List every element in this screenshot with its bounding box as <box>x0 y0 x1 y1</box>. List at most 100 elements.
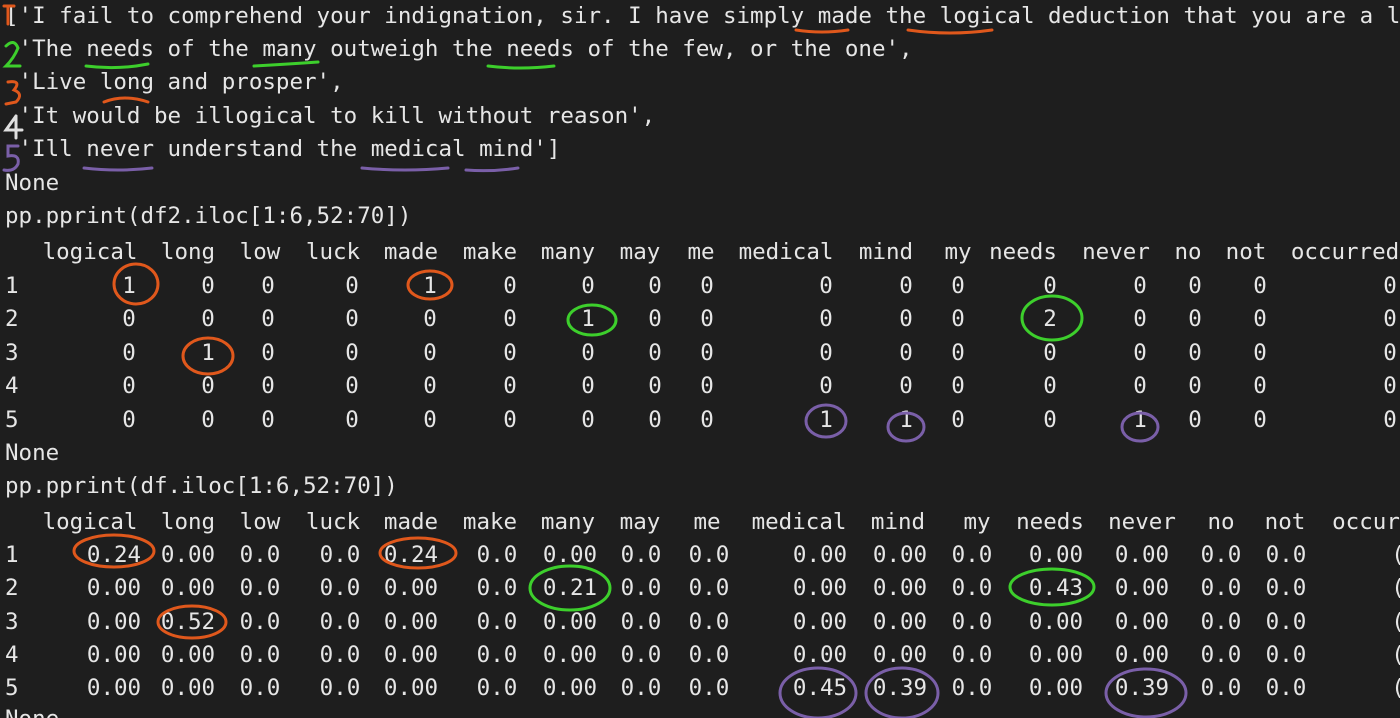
table-cell: 0.0 <box>951 575 993 601</box>
table-cell: 0 <box>503 407 517 433</box>
quote-line-1: ['I fail to comprehend your indignation,… <box>5 3 1400 29</box>
row-index: 5 <box>5 675 19 701</box>
table-cell: 0.00 <box>1114 609 1170 635</box>
table-cell: 0.0 <box>1200 609 1242 635</box>
column-header-long: long <box>160 509 216 535</box>
table-cell: 0 <box>951 373 965 399</box>
table-cell: 0 <box>122 306 136 332</box>
table-cell: 0 <box>261 373 275 399</box>
table-cell: ( <box>1391 606 1400 639</box>
table-cell: 0.00 <box>1028 609 1084 635</box>
column-header-many: many <box>540 509 596 535</box>
table-cell: 0.00 <box>872 642 928 668</box>
table-cell: 0.0 <box>688 542 730 568</box>
table-cell: 1 <box>899 407 913 433</box>
table-cell: 0 <box>1133 273 1147 299</box>
table-cell: 0 <box>1253 373 1267 399</box>
table-cell: 0.00 <box>160 642 216 668</box>
table-cell: 0 <box>700 407 714 433</box>
table-cell: 0.00 <box>542 675 598 701</box>
table-cell: 0.00 <box>792 542 848 568</box>
table-cell: 0.0 <box>688 575 730 601</box>
table-cell: 0.0 <box>476 575 518 601</box>
table-cell: 0.0 <box>1265 609 1307 635</box>
table-cell: 0.0 <box>620 609 662 635</box>
table-cell: 0.00 <box>160 542 216 568</box>
table-cell: 0.00 <box>1028 675 1084 701</box>
table-cell: 0 <box>951 306 965 332</box>
table-cell: 0 <box>899 340 913 366</box>
column-header-needs: needs <box>1016 509 1084 535</box>
table-cell: 0 <box>951 340 965 366</box>
table-cell: 0 <box>648 407 662 433</box>
table-cell: 0 <box>581 273 595 299</box>
table-cell: 0.00 <box>1028 542 1084 568</box>
table-cell: 0.00 <box>86 609 142 635</box>
table-cell: 0 <box>201 306 215 332</box>
column-header-low: low <box>239 509 281 535</box>
table-cell: 0.00 <box>383 675 439 701</box>
underline-medical <box>360 166 450 172</box>
column-header-make: make <box>462 509 518 535</box>
table-cell: 0.0 <box>688 675 730 701</box>
table-cell: 0 <box>503 306 517 332</box>
table-cell: 0 <box>423 340 437 366</box>
table-cell: 0.00 <box>872 542 928 568</box>
table-cell: 1 <box>201 340 215 366</box>
column-header-luck: luck <box>305 509 361 535</box>
table-cell: 0.00 <box>383 575 439 601</box>
table-cell: 0 <box>345 373 359 399</box>
column-header-me: me <box>687 239 715 265</box>
table-cell: 0.24 <box>383 542 439 568</box>
none-output-2: None <box>5 440 60 466</box>
column-header-may: may <box>619 239 661 265</box>
table-cell: 0 <box>951 407 965 433</box>
column-header-needs: needs <box>989 239 1057 265</box>
table-cell: 0.0 <box>319 642 361 668</box>
table-cell: 0.43 <box>1028 575 1084 601</box>
table-cell: 0.0 <box>620 542 662 568</box>
table-cell: 0.00 <box>86 642 142 668</box>
table-cell: 0 <box>1383 306 1397 332</box>
table-cell: 0.0 <box>1265 575 1307 601</box>
table-cell: 0 <box>819 340 833 366</box>
table-cell: 0 <box>1383 407 1397 433</box>
column-header-made: made <box>383 239 439 265</box>
table-cell: 0 <box>1133 306 1147 332</box>
row-index: 1 <box>5 542 19 568</box>
column-header-not: not <box>1264 509 1306 535</box>
console-output: ['I fail to comprehend your indignation,… <box>0 0 1400 718</box>
table-cell: 0 <box>1188 273 1202 299</box>
table-cell: 0.00 <box>1114 642 1170 668</box>
table-cell: 0.0 <box>951 675 993 701</box>
quote-line-4: 'It would be illogical to kill without r… <box>5 103 656 129</box>
table-cell: 0 <box>1383 340 1397 366</box>
table-cell: 0 <box>423 407 437 433</box>
table-cell: 0.00 <box>872 575 928 601</box>
table-cell: 0 <box>261 306 275 332</box>
column-header-no: no <box>1207 509 1235 535</box>
table-cell: 0.0 <box>476 642 518 668</box>
table-cell: 0 <box>201 273 215 299</box>
table-cell: 0.00 <box>542 542 598 568</box>
table-cell: 0.0 <box>239 609 281 635</box>
table-cell: 0 <box>423 306 437 332</box>
table-cell: 0.00 <box>383 642 439 668</box>
table-cell: ( <box>1391 672 1400 705</box>
column-header-low: low <box>239 239 281 265</box>
table-cell: 0 <box>819 373 833 399</box>
table-cell: 0 <box>648 340 662 366</box>
table-cell: 0.0 <box>688 642 730 668</box>
table-cell: 0.00 <box>1028 642 1084 668</box>
command-line-1: pp.pprint(df2.iloc[1:6,52:70]) <box>5 203 412 229</box>
table-cell: 0.00 <box>792 609 848 635</box>
row-index: 4 <box>5 373 19 399</box>
table-cell: 0 <box>899 373 913 399</box>
row-index: 2 <box>5 306 19 332</box>
table-cell: 0.0 <box>1265 642 1307 668</box>
table-cell: 0.0 <box>319 609 361 635</box>
column-header-occur: occur <box>1332 509 1400 535</box>
underline-never <box>82 166 154 172</box>
table-cell: 0.21 <box>542 575 598 601</box>
table-cell: ( <box>1391 572 1400 605</box>
